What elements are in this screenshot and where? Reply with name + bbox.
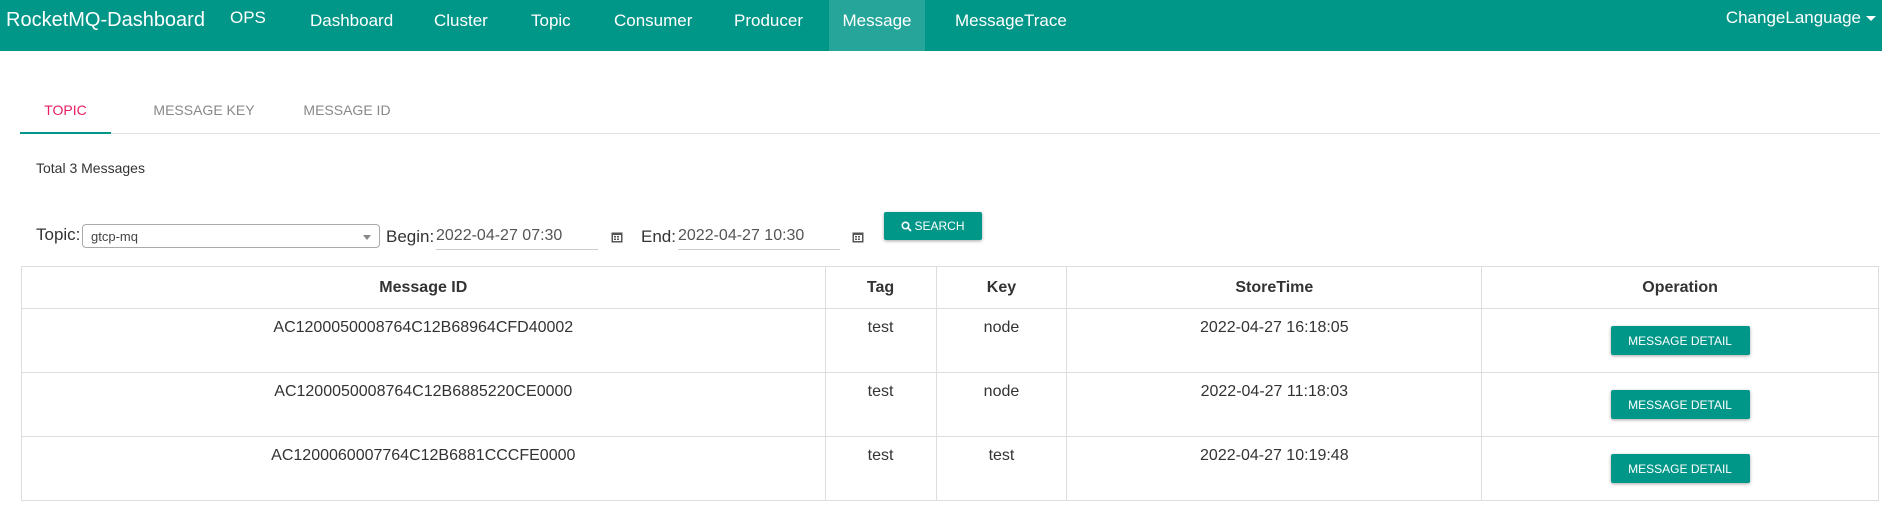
search-button[interactable]: SEARCH	[884, 212, 982, 240]
tag-cell: test	[824, 308, 937, 373]
key-cell: test	[935, 436, 1068, 501]
messages-table: Message ID Tag Key StoreTime Operation A…	[21, 266, 1879, 501]
message-id-cell: AC1200050008764C12B68964CFD40002	[21, 308, 826, 373]
caret-down-icon	[1866, 16, 1876, 22]
message-detail-button[interactable]: MESSAGE DETAIL	[1610, 454, 1750, 483]
nav-item-label: Consumer	[614, 11, 693, 30]
column-header: Operation	[1481, 266, 1879, 309]
key-cell: node	[935, 308, 1068, 373]
language-label: ChangeLanguage	[1725, 8, 1861, 27]
nav-item-ops[interactable]: OPS	[230, 0, 286, 51]
nav-item-label: Message	[842, 11, 912, 30]
tab-label: MESSAGE ID	[303, 102, 391, 118]
nav-item-label: OPS	[230, 8, 266, 27]
store-time-cell: 2022-04-27 11:18:03	[1066, 372, 1483, 437]
begin-label: Begin:	[386, 227, 435, 246]
column-header: Message ID	[21, 266, 826, 309]
nav-item-label: Producer	[734, 11, 803, 30]
message-id-cell: AC1200060007764C12B6881CCCFE0000	[21, 436, 826, 501]
store-time-cell: 2022-04-27 16:18:05	[1066, 308, 1483, 373]
change-language-dropdown[interactable]: ChangeLanguage	[1726, 0, 1876, 36]
nav-item-label: Cluster	[434, 11, 488, 30]
table-header-row: Message ID Tag Key StoreTime Operation	[21, 266, 1879, 309]
nav-item-producer[interactable]: Producer	[734, 0, 808, 51]
nav-item-topic[interactable]: Topic	[531, 0, 577, 51]
dropdown-arrow-icon	[363, 235, 371, 240]
nav-item-message[interactable]: Message	[829, 0, 925, 51]
nav-item-messagetrace[interactable]: MessageTrace	[955, 0, 1067, 51]
message-id-cell: AC1200050008764C12B6885220CE0000	[21, 372, 826, 437]
topic-select[interactable]: gtcp-mq	[82, 224, 380, 248]
top-navbar: RocketMQ-Dashboard OPS Dashboard Cluster…	[0, 0, 1882, 51]
tab-label: MESSAGE KEY	[153, 102, 255, 118]
tab-message-key[interactable]: MESSAGE KEY	[132, 90, 276, 133]
brand-logo[interactable]: RocketMQ-Dashboard	[6, 9, 205, 32]
operation-cell: MESSAGE DETAIL	[1481, 436, 1879, 501]
table-row: AC1200060007764C12B6881CCCFE0000 test te…	[21, 436, 1879, 501]
topic-label: Topic:	[36, 225, 81, 244]
calendar-icon[interactable]	[611, 231, 623, 243]
begin-date-input[interactable]	[436, 222, 598, 250]
message-detail-button[interactable]: MESSAGE DETAIL	[1610, 326, 1750, 355]
search-icon	[901, 220, 913, 232]
nav-item-dashboard[interactable]: Dashboard	[310, 0, 398, 51]
end-date-input[interactable]	[678, 222, 840, 250]
table-row: AC1200050008764C12B68964CFD40002 test no…	[21, 308, 1879, 373]
search-mode-tabs: TOPIC MESSAGE KEY MESSAGE ID	[20, 90, 1880, 134]
total-messages-count: Total 3 Messages	[36, 160, 145, 176]
table-row: AC1200050008764C12B6885220CE0000 test no…	[21, 372, 1879, 437]
column-header: StoreTime	[1066, 266, 1483, 309]
nav-item-label: MessageTrace	[955, 11, 1067, 30]
calendar-icon[interactable]	[852, 231, 864, 243]
operation-cell: MESSAGE DETAIL	[1481, 308, 1879, 373]
tab-topic[interactable]: TOPIC	[20, 90, 111, 134]
tag-cell: test	[824, 436, 937, 501]
nav-item-label: Dashboard	[310, 11, 394, 30]
topic-select-value: gtcp-mq	[91, 229, 138, 244]
nav-item-cluster[interactable]: Cluster	[434, 0, 490, 51]
column-header: Key	[935, 266, 1068, 309]
column-header: Tag	[824, 266, 937, 309]
key-cell: node	[935, 372, 1068, 437]
search-button-label: SEARCH	[914, 219, 965, 233]
message-detail-button[interactable]: MESSAGE DETAIL	[1610, 390, 1750, 419]
store-time-cell: 2022-04-27 10:19:48	[1066, 436, 1483, 501]
tab-message-id[interactable]: MESSAGE ID	[283, 90, 411, 133]
tab-label: TOPIC	[44, 102, 87, 118]
end-label: End:	[641, 227, 676, 246]
nav-item-label: Topic	[531, 11, 571, 30]
operation-cell: MESSAGE DETAIL	[1481, 372, 1879, 437]
tag-cell: test	[824, 372, 937, 437]
nav-item-consumer[interactable]: Consumer	[614, 0, 698, 51]
